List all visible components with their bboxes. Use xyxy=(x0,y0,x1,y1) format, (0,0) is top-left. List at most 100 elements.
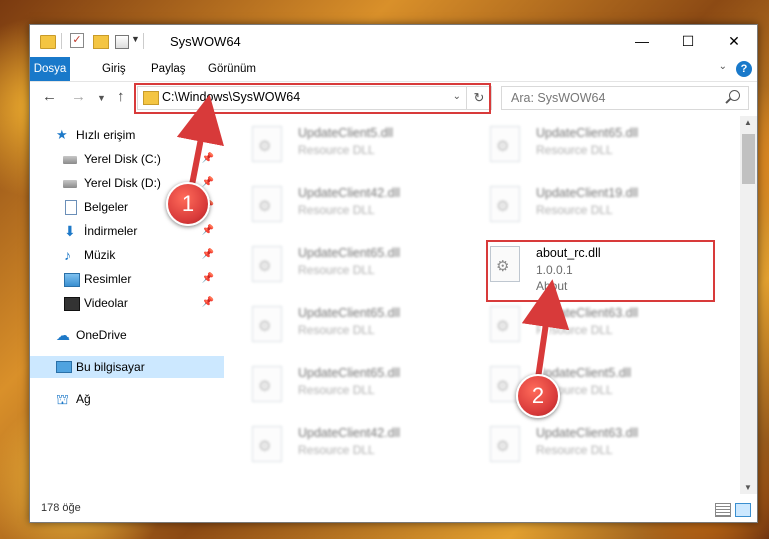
quick-access-separator xyxy=(61,33,62,49)
music-icon: ♪ xyxy=(64,247,71,263)
pin-icon[interactable]: 📌 xyxy=(202,148,214,170)
navigation-pane: ★ Hızlı erişim Yerel Disk (C:) 📌 Yerel D… xyxy=(30,116,224,494)
file-item[interactable]: UpdateClient65.dll Resource DLL xyxy=(478,124,704,174)
pin-icon[interactable]: 📌 xyxy=(202,220,214,242)
sidebar-item-label: OneDrive xyxy=(76,328,127,342)
dll-file-icon xyxy=(252,366,282,402)
sidebar-item-network[interactable]: ⛫ Ağ xyxy=(30,388,224,410)
file-highlight xyxy=(486,240,715,302)
pictures-icon xyxy=(64,273,80,287)
documents-icon xyxy=(65,200,77,215)
title-separator xyxy=(143,33,144,49)
dll-file-icon xyxy=(252,126,282,162)
videos-icon xyxy=(64,297,80,311)
sidebar-item-onedrive[interactable]: ☁ OneDrive xyxy=(30,324,224,346)
customize-toolbar-chevron-icon[interactable]: ▼ xyxy=(131,34,140,50)
file-name: UpdateClient63.dll xyxy=(536,426,639,440)
dll-file-icon xyxy=(252,246,282,282)
dll-file-icon xyxy=(490,426,520,462)
disk-icon xyxy=(63,156,77,164)
title-bar: ✓ ▼ SysWOW64 — ☐ ✕ xyxy=(30,25,757,57)
tiles-view-icon[interactable] xyxy=(735,503,751,517)
file-description: Resource DLL xyxy=(298,203,375,217)
maximize-button[interactable]: ☐ xyxy=(665,25,711,57)
sidebar-item-label: Yerel Disk (D:) xyxy=(84,176,161,190)
sidebar-item-quick-access[interactable]: ★ Hızlı erişim xyxy=(30,124,224,146)
folder-icon xyxy=(40,35,56,49)
expand-ribbon-chevron-icon[interactable]: ⌄ xyxy=(719,61,727,72)
dll-file-icon xyxy=(252,426,282,462)
tab-home[interactable]: Giriş xyxy=(92,57,136,81)
tab-view[interactable]: Görünüm xyxy=(198,57,266,81)
sidebar-item-label: Hızlı erişim xyxy=(76,128,136,142)
sidebar-item-this-pc[interactable]: Bu bilgisayar xyxy=(30,356,224,378)
file-name: UpdateClient65.dll xyxy=(298,366,401,380)
help-icon[interactable]: ? xyxy=(736,61,752,77)
step-2-badge: 2 xyxy=(516,374,560,418)
file-item[interactable]: UpdateClient19.dll Resource DLL xyxy=(478,184,704,234)
scroll-down-arrow-icon[interactable]: ▼ xyxy=(744,483,752,492)
dll-file-icon xyxy=(252,186,282,222)
file-description: Resource DLL xyxy=(536,323,613,337)
pin-icon[interactable]: 📌 xyxy=(202,244,214,266)
file-item[interactable]: UpdateClient63.dll Resource DLL xyxy=(478,424,704,474)
file-name: UpdateClient65.dll xyxy=(298,306,401,320)
dll-file-icon xyxy=(490,306,520,342)
file-item[interactable]: UpdateClient65.dll Resource DLL xyxy=(240,364,466,414)
sidebar-item-label: İndirmeler xyxy=(84,224,138,238)
details-view-icon[interactable] xyxy=(715,503,731,517)
scrollbar-thumb[interactable] xyxy=(742,134,755,184)
sidebar-item-pictures[interactable]: Resimler 📌 xyxy=(30,268,224,290)
file-item[interactable]: UpdateClient63.dll Resource DLL xyxy=(478,304,704,354)
sidebar-item-videos[interactable]: Videolar 📌 xyxy=(30,292,224,314)
file-description: Resource DLL xyxy=(536,443,613,457)
file-description: Resource DLL xyxy=(298,383,375,397)
address-bar-highlight xyxy=(134,83,491,114)
minimize-button[interactable]: — xyxy=(619,25,665,57)
search-icon[interactable] xyxy=(729,90,740,101)
tab-file[interactable]: Dosya xyxy=(30,57,70,81)
sidebar-item-label: Bu bilgisayar xyxy=(76,360,145,374)
properties-check-icon[interactable]: ✓ xyxy=(70,33,84,48)
vertical-scrollbar[interactable]: ▲ ▼ xyxy=(740,116,757,494)
file-item[interactable]: UpdateClient65.dll Resource DLL xyxy=(240,304,466,354)
tab-share[interactable]: Paylaş xyxy=(141,57,196,81)
ribbon-tabs: Dosya Giriş Paylaş Görünüm ⌄ ? xyxy=(30,57,757,82)
file-description: Resource DLL xyxy=(536,143,613,157)
sidebar-item-music[interactable]: ♪ Müzik 📌 xyxy=(30,244,224,266)
dll-file-icon xyxy=(252,306,282,342)
download-icon: ⬇ xyxy=(64,223,76,239)
file-item[interactable]: UpdateClient65.dll Resource DLL xyxy=(240,244,466,294)
search-input[interactable]: Ara: SysWOW64 xyxy=(511,91,605,105)
file-item[interactable]: UpdateClient5.dll Resource DLL xyxy=(240,124,466,174)
scroll-up-arrow-icon[interactable]: ▲ xyxy=(744,118,752,127)
pin-icon[interactable]: 📌 xyxy=(202,292,214,314)
window-title: SysWOW64 xyxy=(170,34,241,49)
file-item[interactable]: UpdateClient5.dll Resource DLL xyxy=(478,364,704,414)
sidebar-item-label: Yerel Disk (C:) xyxy=(84,152,161,166)
dll-file-icon xyxy=(490,126,520,162)
item-count: 178 öğe xyxy=(41,502,81,514)
file-name: UpdateClient42.dll xyxy=(298,186,401,200)
file-name: UpdateClient65.dll xyxy=(298,246,401,260)
file-name: UpdateClient65.dll xyxy=(536,126,639,140)
recent-locations-chevron-icon[interactable]: ▼ xyxy=(97,93,106,103)
pin-icon[interactable]: 📌 xyxy=(202,268,214,290)
sidebar-item-label: Müzik xyxy=(84,248,116,262)
file-item[interactable]: UpdateClient42.dll Resource DLL xyxy=(240,424,466,474)
file-description: Resource DLL xyxy=(536,203,613,217)
file-name: UpdateClient5.dll xyxy=(298,126,394,140)
file-item[interactable]: UpdateClient42.dll Resource DLL xyxy=(240,184,466,234)
close-button[interactable]: ✕ xyxy=(711,25,757,57)
sidebar-item-local-disk-c[interactable]: Yerel Disk (C:) 📌 xyxy=(30,148,224,170)
new-folder-icon[interactable] xyxy=(93,35,109,49)
file-description: Resource DLL xyxy=(298,323,375,337)
file-name: UpdateClient42.dll xyxy=(298,426,401,440)
forward-arrow-icon[interactable]: → xyxy=(71,88,86,105)
search-box[interactable]: Ara: SysWOW64 xyxy=(501,86,749,110)
up-arrow-icon[interactable]: ↑ xyxy=(117,88,125,105)
network-icon: ⛫ xyxy=(56,391,69,407)
properties-icon[interactable] xyxy=(115,35,129,49)
sidebar-item-label: Belgeler xyxy=(84,200,129,214)
back-arrow-icon[interactable]: ← xyxy=(42,88,57,105)
